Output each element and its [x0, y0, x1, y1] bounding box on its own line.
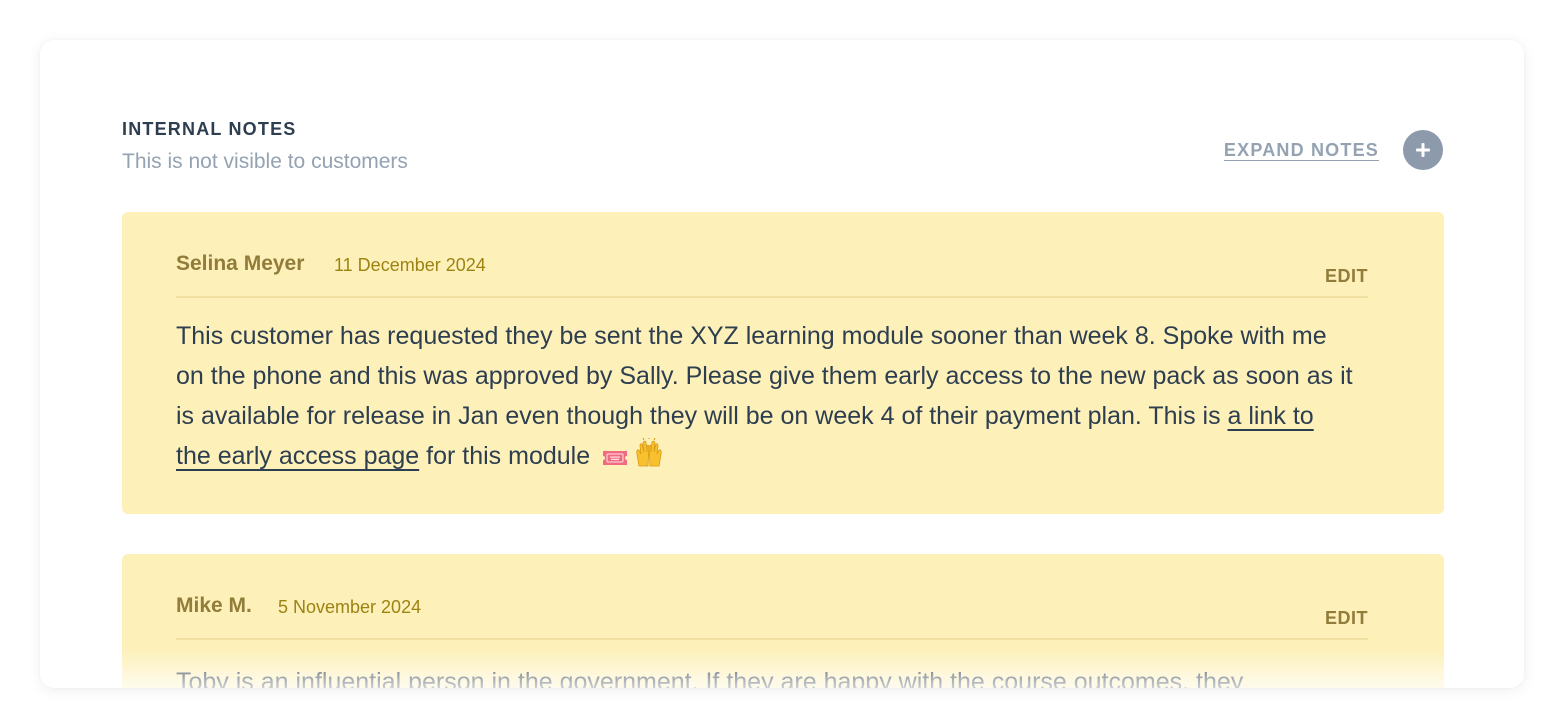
note-author: Selina Meyer — [176, 252, 305, 275]
edit-note-button[interactable]: EDIT — [1325, 266, 1368, 287]
note-text: This customer has requested they be sent… — [176, 322, 1353, 430]
note-body: This customer has requested they be sent… — [176, 316, 1354, 480]
plus-icon — [1416, 143, 1430, 157]
section-subtitle: This is not visible to customers — [122, 150, 408, 173]
note-author: Mike M. — [176, 594, 252, 617]
internal-notes-card: INTERNAL NOTES This is not visible to cu… — [40, 40, 1524, 688]
expand-notes-link[interactable]: EXPAND NOTES — [1224, 140, 1379, 161]
note-text-end: for this module — [419, 442, 591, 470]
raising-hands-icon — [633, 437, 665, 480]
note-card: Selina Meyer 11 December 2024 EDIT This … — [122, 212, 1444, 514]
expand-notes-control: EXPAND NOTES — [1224, 130, 1443, 170]
ticket-icon — [601, 440, 629, 480]
note-header: Mike M. 5 November 2024 EDIT — [176, 592, 1368, 640]
note-text: Toby is an influential person in the gov… — [176, 668, 1244, 688]
edit-note-button[interactable]: EDIT — [1325, 608, 1368, 629]
note-date: 11 December 2024 — [334, 255, 486, 275]
note-card: Mike M. 5 November 2024 EDIT Toby is an … — [122, 554, 1444, 688]
note-date: 5 November 2024 — [278, 597, 422, 617]
note-body: Toby is an influential person in the gov… — [176, 662, 1354, 688]
note-header: Selina Meyer 11 December 2024 EDIT — [176, 250, 1368, 298]
section-title: INTERNAL NOTES — [122, 119, 297, 139]
add-note-button[interactable] — [1403, 130, 1443, 170]
notes-header: INTERNAL NOTES This is not visible to cu… — [122, 118, 408, 174]
